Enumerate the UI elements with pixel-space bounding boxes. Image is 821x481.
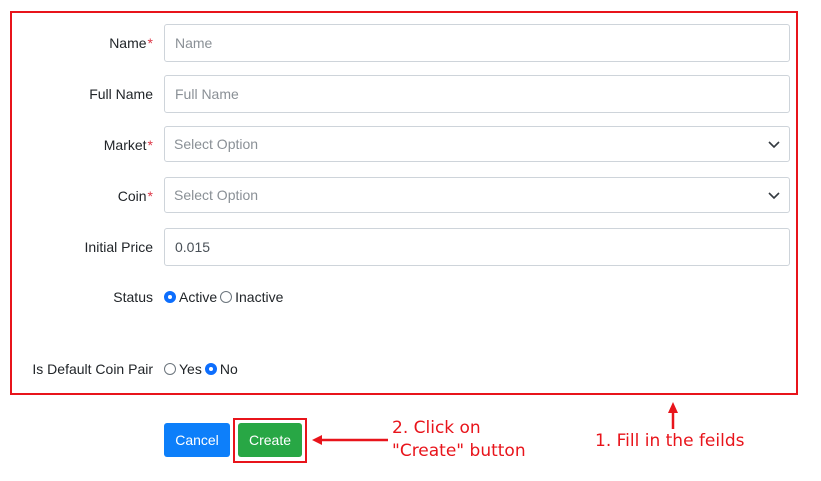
row-full-name: Full Name <box>12 75 796 113</box>
arrow-up-icon <box>668 402 678 429</box>
form-highlight-box: Name* Full Name Market* Select Option Co… <box>10 11 798 395</box>
chevron-down-icon <box>768 141 780 149</box>
status-active-radio[interactable] <box>164 291 176 303</box>
market-select-placeholder: Select Option <box>174 136 259 152</box>
step1-annotation: 1. Fill in the feilds <box>595 431 745 451</box>
step2-annotation-line1: 2. Click on <box>392 418 481 438</box>
is-default-no-radio[interactable] <box>204 363 217 375</box>
row-name: Name* <box>12 24 796 62</box>
row-coin: Coin* Select Option <box>12 177 796 215</box>
coin-select[interactable]: Select Option <box>164 177 790 213</box>
is-default-yes-radio[interactable] <box>164 363 176 375</box>
cancel-button[interactable]: Cancel <box>164 423 230 457</box>
coin-label: Coin* <box>117 188 153 204</box>
required-mark: * <box>147 188 153 204</box>
name-label: Name* <box>109 35 153 51</box>
full-name-input[interactable] <box>164 75 790 113</box>
name-input[interactable] <box>164 24 790 62</box>
is-default-yes-label[interactable]: Yes <box>179 361 202 377</box>
market-label: Market* <box>103 137 153 153</box>
row-is-default: Is Default Coin Pair Yes No <box>12 350 796 388</box>
full-name-label: Full Name <box>89 86 153 102</box>
status-label: Status <box>113 289 153 305</box>
chevron-down-icon <box>768 192 780 200</box>
is-default-radio-group: Yes No <box>164 350 241 388</box>
create-button[interactable]: Create <box>238 423 302 457</box>
step2-annotation-line2: "Create" button <box>392 441 526 461</box>
row-status: Status Active Inactive <box>12 278 796 316</box>
status-inactive-label[interactable]: Inactive <box>235 289 283 305</box>
coin-select-placeholder: Select Option <box>174 187 259 203</box>
initial-price-label: Initial Price <box>84 239 153 255</box>
status-radio-group: Active Inactive <box>164 278 286 316</box>
status-active-label[interactable]: Active <box>179 289 217 305</box>
required-mark: * <box>147 35 153 51</box>
is-default-label: Is Default Coin Pair <box>32 361 153 377</box>
initial-price-input[interactable] <box>164 228 790 266</box>
arrow-left-icon <box>312 435 388 445</box>
row-market: Market* Select Option <box>12 126 796 164</box>
row-initial-price: Initial Price <box>12 228 796 266</box>
status-inactive-radio[interactable] <box>220 291 233 303</box>
required-mark: * <box>147 137 153 153</box>
market-select[interactable]: Select Option <box>164 126 790 162</box>
is-default-no-label[interactable]: No <box>220 361 238 377</box>
